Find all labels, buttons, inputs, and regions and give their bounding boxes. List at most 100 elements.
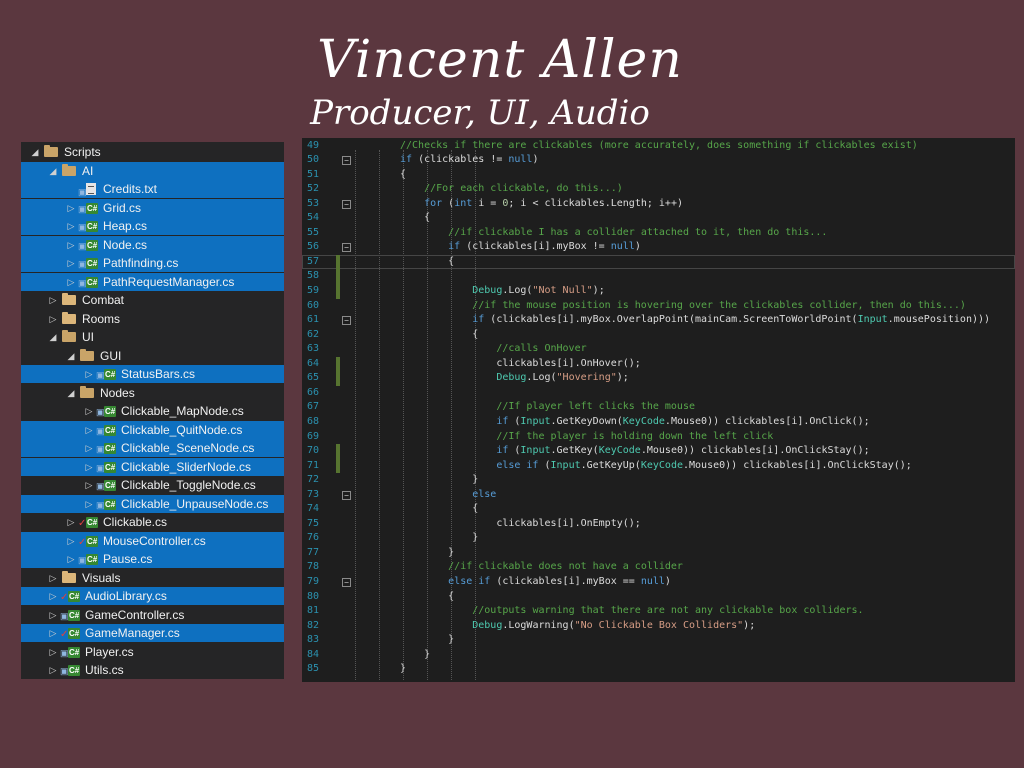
code-line[interactable]: 82 Debug.LogWarning("No Clickable Box Col…	[302, 619, 1015, 634]
code-line[interactable]: 77}	[302, 546, 1015, 561]
code-line[interactable]: 51 {	[302, 168, 1015, 183]
tree-item[interactable]: ▷ ▣C# Clickable_SliderNode.cs	[21, 457, 284, 476]
expand-closed-icon[interactable]: ▷	[66, 513, 76, 531]
code-line[interactable]: 69 //If the player is holding down the le…	[302, 430, 1015, 445]
expand-closed-icon[interactable]: ▷	[66, 254, 76, 272]
tree-item[interactable]: ▷ ▣C# Pathfinding.cs	[21, 254, 284, 272]
code-line[interactable]: 49 //Checks if there are clickables (more…	[302, 139, 1015, 154]
expand-open-icon[interactable]: ◢	[66, 384, 76, 402]
tree-item[interactable]: ▷ ▣C# Clickable_ToggleNode.cs	[21, 476, 284, 494]
code-line[interactable]: 52 //For each clickable, do this...)	[302, 182, 1015, 197]
code-line[interactable]: 56 − if (clickables[i].myBox != null)	[302, 240, 1015, 255]
code-line[interactable]: 60 //if the mouse position is hovering ov…	[302, 299, 1015, 314]
code-line[interactable]: 66	[302, 386, 1015, 401]
tree-item[interactable]: ▷ ▣C# Node.cs	[21, 235, 284, 254]
code-line[interactable]: 80 {	[302, 590, 1015, 605]
tree-item[interactable]: ▷ ▣C# StatusBars.cs	[21, 365, 284, 383]
tree-item[interactable]: ▷ ✓C# GameManager.cs	[21, 624, 284, 642]
code-line[interactable]: 67 //If player left clicks the mouse	[302, 400, 1015, 415]
collapse-icon[interactable]: −	[342, 490, 351, 500]
expand-closed-icon[interactable]: ▷	[48, 587, 58, 605]
collapse-icon[interactable]: −	[342, 316, 351, 326]
tree-item[interactable]: ▷ ▣C# Pause.cs	[21, 550, 284, 568]
expand-closed-icon[interactable]: ▷	[84, 439, 94, 457]
code-line[interactable]: 59 Debug.Log("Not Null");	[302, 284, 1015, 299]
expand-closed-icon[interactable]: ▷	[84, 458, 94, 476]
code-line[interactable]: 50 − if (clickables != null)	[302, 153, 1015, 168]
tree-item[interactable]: ◢ AI	[21, 161, 284, 180]
tree-item[interactable]: ▷ Combat	[21, 291, 284, 309]
expand-closed-icon[interactable]: ▷	[66, 199, 76, 217]
tree-item[interactable]: ◢ Nodes	[21, 384, 284, 402]
tree-item[interactable]: ▷ Visuals	[21, 569, 284, 587]
expand-closed-icon[interactable]: ▷	[48, 606, 58, 624]
expand-closed-icon[interactable]: ▷	[66, 236, 76, 254]
expand-open-icon[interactable]: ◢	[30, 143, 40, 161]
code-line[interactable]: 84}	[302, 648, 1015, 663]
tree-item[interactable]: ▷ ✓C# AudioLibrary.cs	[21, 587, 284, 605]
tree-item[interactable]: ▷ ▣C# Heap.cs	[21, 217, 284, 235]
expand-closed-icon[interactable]: ▷	[84, 365, 94, 383]
code-line[interactable]: 72}	[302, 473, 1015, 488]
tree-item[interactable]: ▷ ▣C# Clickable_MapNode.cs	[21, 402, 284, 420]
code-line[interactable]: 53 − for (int i = 0; i < clickables.Length…	[302, 197, 1015, 212]
tree-item[interactable]: ▷ ✓C# Clickable.cs	[21, 513, 284, 531]
tree-item[interactable]: ▷ Rooms	[21, 310, 284, 328]
tree-item[interactable]: ▣ Credits.txt	[21, 180, 284, 198]
tree-item[interactable]: ◢ GUI	[21, 347, 284, 365]
code-line[interactable]: 73 − else	[302, 488, 1015, 503]
expand-closed-icon[interactable]: ▷	[48, 291, 58, 309]
code-line[interactable]: 68 if (Input.GetKeyDown(KeyCode.Mouse0)) …	[302, 415, 1015, 430]
expand-closed-icon[interactable]: ▷	[66, 532, 76, 550]
code-line[interactable]: 71 else if (Input.GetKeyUp(KeyCode.Mouse0…	[302, 458, 1015, 474]
code-line[interactable]: 83}	[302, 633, 1015, 648]
collapse-icon[interactable]: −	[342, 578, 351, 587]
tree-item[interactable]: ▷ ▣C# Utils.cs	[21, 661, 284, 679]
tree-item[interactable]: ▷ ▣C# Clickable_SceneNode.cs	[21, 439, 284, 457]
code-line[interactable]: 78 //if clickable does not have a collide…	[302, 560, 1015, 575]
code-line[interactable]: 57 {	[302, 254, 1015, 270]
tree-item[interactable]: ◢ Scripts	[21, 143, 284, 161]
expand-closed-icon[interactable]: ▷	[66, 217, 76, 235]
tree-item[interactable]: ▷ ✓C# MouseController.cs	[21, 531, 284, 550]
expand-closed-icon[interactable]: ▷	[66, 273, 76, 291]
tree-item[interactable]: ▷ ▣C# Clickable_UnpauseNode.cs	[21, 494, 284, 513]
code-line[interactable]: 64 clickables[i].OnHover();	[302, 356, 1015, 372]
expand-open-icon[interactable]: ◢	[48, 328, 58, 346]
code-line[interactable]: 62 {	[302, 328, 1015, 343]
expand-closed-icon[interactable]: ▷	[84, 495, 94, 513]
code-line[interactable]: 55 //if clickable I has a collider attach…	[302, 226, 1015, 241]
expand-closed-icon[interactable]: ▷	[48, 661, 58, 679]
expand-open-icon[interactable]: ◢	[66, 347, 76, 365]
code-line[interactable]: 63 //calls OnHover	[302, 342, 1015, 357]
expand-closed-icon[interactable]: ▷	[48, 310, 58, 328]
expand-closed-icon[interactable]: ▷	[84, 402, 94, 420]
code-line[interactable]: 85}	[302, 662, 1015, 677]
expand-closed-icon[interactable]: ▷	[48, 569, 58, 587]
expand-closed-icon[interactable]: ▷	[66, 550, 76, 568]
code-line[interactable]: 79 − else if (clickables[i].myBox == null)	[302, 575, 1015, 590]
code-line[interactable]: 65 Debug.Log("Hovering");	[302, 371, 1015, 386]
expand-closed-icon[interactable]: ▷	[84, 476, 94, 494]
code-line[interactable]: 54 {	[302, 211, 1015, 226]
expand-closed-icon[interactable]: ▷	[48, 624, 58, 642]
tree-item[interactable]: ▷ ▣C# Grid.cs	[21, 198, 284, 217]
code-line[interactable]: 76}	[302, 531, 1015, 546]
expand-closed-icon[interactable]: ▷	[84, 421, 94, 439]
collapse-icon[interactable]: −	[342, 243, 351, 253]
code-line[interactable]: 75 clickables[i].OnEmpty();	[302, 517, 1015, 532]
tree-item[interactable]: ▷ ▣C# Clickable_QuitNode.cs	[21, 420, 284, 439]
code-line[interactable]: 58	[302, 269, 1015, 284]
collapse-icon[interactable]: −	[342, 156, 351, 166]
code-line[interactable]: 61 − if (clickables[i].myBox.OverlapPoint(…	[302, 313, 1015, 328]
tree-item[interactable]: ▷ ▣C# PathRequestManager.cs	[21, 272, 284, 291]
code-line[interactable]: 81 //outputs warning that there are not a…	[302, 604, 1015, 619]
expand-closed-icon[interactable]: ▷	[48, 643, 58, 661]
expand-open-icon[interactable]: ◢	[48, 162, 58, 180]
tree-item[interactable]: ▷ ▣C# GameController.cs	[21, 606, 284, 624]
tree-item[interactable]: ◢ UI	[21, 328, 284, 346]
collapse-icon[interactable]: −	[342, 199, 351, 209]
code-line[interactable]: 70 if (Input.GetKey(KeyCode.Mouse0)) clic…	[302, 444, 1015, 459]
tree-item[interactable]: ▷ ▣C# Player.cs	[21, 643, 284, 661]
code-editor[interactable]: 49 //Checks if there are clickables (more…	[302, 138, 1015, 682]
